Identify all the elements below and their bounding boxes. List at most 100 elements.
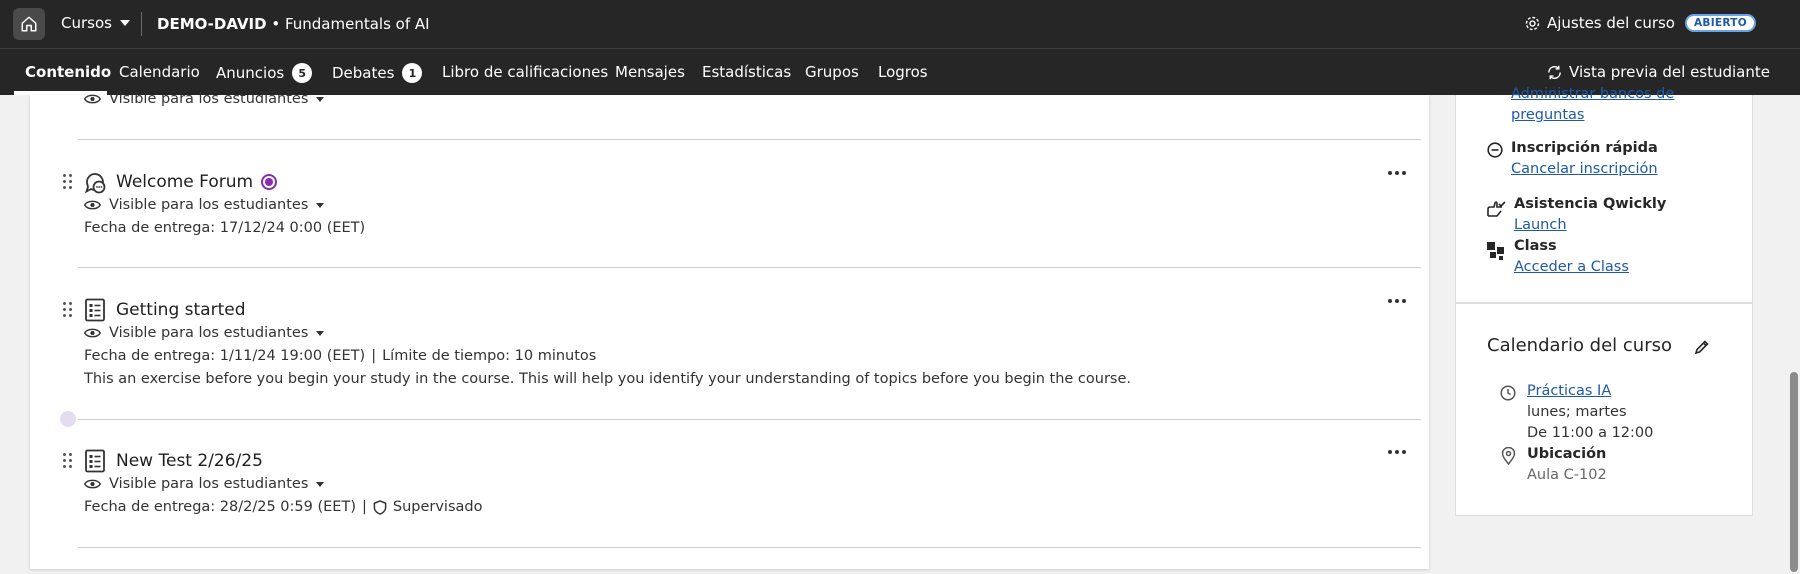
gear-icon: [1525, 16, 1540, 30]
unread-indicator-icon: [261, 174, 278, 190]
tab-label: Estadísticas: [702, 63, 792, 81]
meta-separator: |: [361, 499, 367, 515]
student-preview-button[interactable]: Vista previa del estudiante: [1546, 63, 1770, 81]
minus-circle-icon: [1487, 142, 1503, 158]
event-days: lunes; martes: [1527, 404, 1627, 420]
class-label: Class: [1514, 238, 1557, 254]
settings-label: Ajustes del curso: [1546, 14, 1675, 32]
proctored-text: Supervisado: [392, 499, 483, 515]
drag-handle-icon[interactable]: [63, 302, 73, 317]
tab-calendario[interactable]: Calendario: [119, 63, 200, 81]
tab-grupos[interactable]: Grupos: [805, 63, 859, 81]
tab-logros[interactable]: Logros: [878, 63, 928, 81]
eye-icon: [84, 200, 101, 210]
pencil-icon[interactable]: [1694, 339, 1710, 355]
event-link[interactable]: Prácticas IA: [1527, 383, 1611, 399]
quick-enroll-label: Inscripción rápida: [1511, 140, 1658, 156]
description-text: This an exercise before you begin your s…: [84, 371, 1132, 387]
tab-label: Contenido: [25, 63, 112, 81]
course-title: DEMO-DAVID • Fundamentals of AI: [157, 15, 430, 33]
cancel-enrollment-link[interactable]: Cancelar inscripción: [1511, 161, 1658, 177]
tab-anuncios[interactable]: Anuncios 5: [216, 63, 313, 83]
cursos-menu[interactable]: Cursos: [61, 14, 130, 32]
divider: [141, 12, 142, 36]
visibility-label: Visible para los estudiantes: [109, 476, 309, 492]
link-text: Administrar bancos de: [1511, 86, 1675, 102]
course-separator: •: [266, 15, 285, 33]
item-title[interactable]: New Test 2/26/25: [116, 451, 263, 471]
due-date: Fecha de entrega: 17/12/24 0:00 (EET): [84, 220, 365, 236]
time-limit-text: Límite de tiempo: 10 minutos: [382, 348, 597, 364]
item-description: This an exercise before you begin your s…: [84, 371, 1131, 387]
qwickly-label: Asistencia Qwickly: [1514, 196, 1667, 212]
more-options-button[interactable]: [1388, 299, 1406, 303]
tab-label: Libro de calificaciones: [442, 63, 609, 81]
tab-label: Mensajes: [615, 63, 685, 81]
item-title[interactable]: Getting started: [116, 300, 246, 320]
caret-down-icon: [316, 330, 325, 336]
visibility-label: Visible para los estudiantes: [109, 197, 309, 213]
visibility-toggle[interactable]: Visible para los estudiantes: [84, 476, 325, 492]
visibility-toggle[interactable]: Visible para los estudiantes: [84, 325, 325, 341]
tab-estadisticas[interactable]: Estadísticas: [702, 63, 791, 81]
shield-icon: [373, 499, 387, 515]
item-title-text: Welcome Forum: [116, 172, 254, 192]
class-access-link[interactable]: Acceder a Class: [1514, 259, 1629, 275]
refresh-icon: [1548, 65, 1561, 79]
test-document-icon: [85, 449, 105, 473]
due-date-text: Fecha de entrega: 28/2/25 0:59 (EET): [84, 499, 356, 515]
item-title[interactable]: Welcome Forum: [116, 172, 278, 192]
top-bar: Cursos DEMO-DAVID • Fundamentals of AI A…: [0, 0, 1800, 48]
due-date: Fecha de entrega: 28/2/25 0:59 (EET) | S…: [84, 499, 482, 515]
course-calendar-panel: Calendario del curso Prácticas IA lunes;…: [1455, 303, 1753, 516]
more-options-button[interactable]: [1388, 450, 1406, 454]
tab-label: Grupos: [805, 63, 859, 81]
add-content-indicator[interactable]: [60, 411, 76, 427]
tab-contenido[interactable]: Contenido: [25, 63, 111, 81]
test-document-icon: [85, 298, 105, 322]
item-title-text: Getting started: [116, 300, 246, 320]
count-badge: 5: [292, 63, 313, 83]
visibility-label: Visible para los estudiantes: [109, 91, 309, 107]
eye-icon: [84, 328, 101, 338]
location-label: Ubicación: [1527, 446, 1607, 462]
question-banks-link[interactable]: Administrar bancos de preguntas: [1511, 84, 1674, 126]
divider: [78, 547, 1421, 548]
meta-separator: |: [371, 348, 377, 364]
attendance-hand-icon: [1487, 201, 1506, 217]
divider: [78, 267, 1421, 268]
status-badge: ABIERTO: [1684, 14, 1756, 32]
item-title-text: New Test 2/26/25: [116, 451, 263, 471]
event-time: De 11:00 a 12:00: [1527, 425, 1654, 441]
drag-handle-icon[interactable]: [63, 174, 73, 189]
home-button[interactable]: [13, 8, 45, 40]
qwickly-launch-link[interactable]: Launch: [1514, 217, 1567, 233]
course-settings-button[interactable]: Ajustes del curso ABIERTO: [1524, 14, 1756, 32]
tab-mensajes[interactable]: Mensajes: [615, 63, 685, 81]
due-date-text: Fecha de entrega: 17/12/24 0:00 (EET): [84, 220, 366, 236]
divider: [78, 419, 1421, 420]
scrollbar-thumb[interactable]: [1790, 372, 1798, 572]
visibility-toggle[interactable]: Visible para los estudiantes: [84, 197, 325, 213]
clock-icon: [1500, 385, 1516, 401]
tab-debates[interactable]: Debates 1: [332, 63, 423, 83]
caret-down-icon: [316, 202, 325, 208]
tab-label: Calendario: [119, 63, 200, 81]
caret-down-icon: [316, 481, 325, 487]
class-logo-icon: [1487, 242, 1504, 260]
more-options-button[interactable]: [1388, 171, 1406, 175]
eye-icon: [84, 94, 101, 104]
visibility-toggle[interactable]: Visible para los estudiantes: [84, 91, 325, 107]
visibility-label: Visible para los estudiantes: [109, 325, 309, 341]
link-text: preguntas: [1511, 107, 1585, 123]
due-date: Fecha de entrega: 1/11/24 19:00 (EET) | …: [84, 348, 596, 364]
tab-libro-calificaciones[interactable]: Libro de calificaciones: [442, 63, 608, 81]
location-pin-icon: [1501, 447, 1516, 465]
caret-down-icon: [316, 96, 325, 102]
tab-label: Anuncios: [216, 64, 285, 82]
home-icon: [21, 16, 37, 32]
divider: [78, 139, 1421, 140]
location-value: Aula C-102: [1527, 467, 1607, 483]
caret-down-icon: [119, 20, 130, 26]
drag-handle-icon[interactable]: [63, 453, 73, 468]
